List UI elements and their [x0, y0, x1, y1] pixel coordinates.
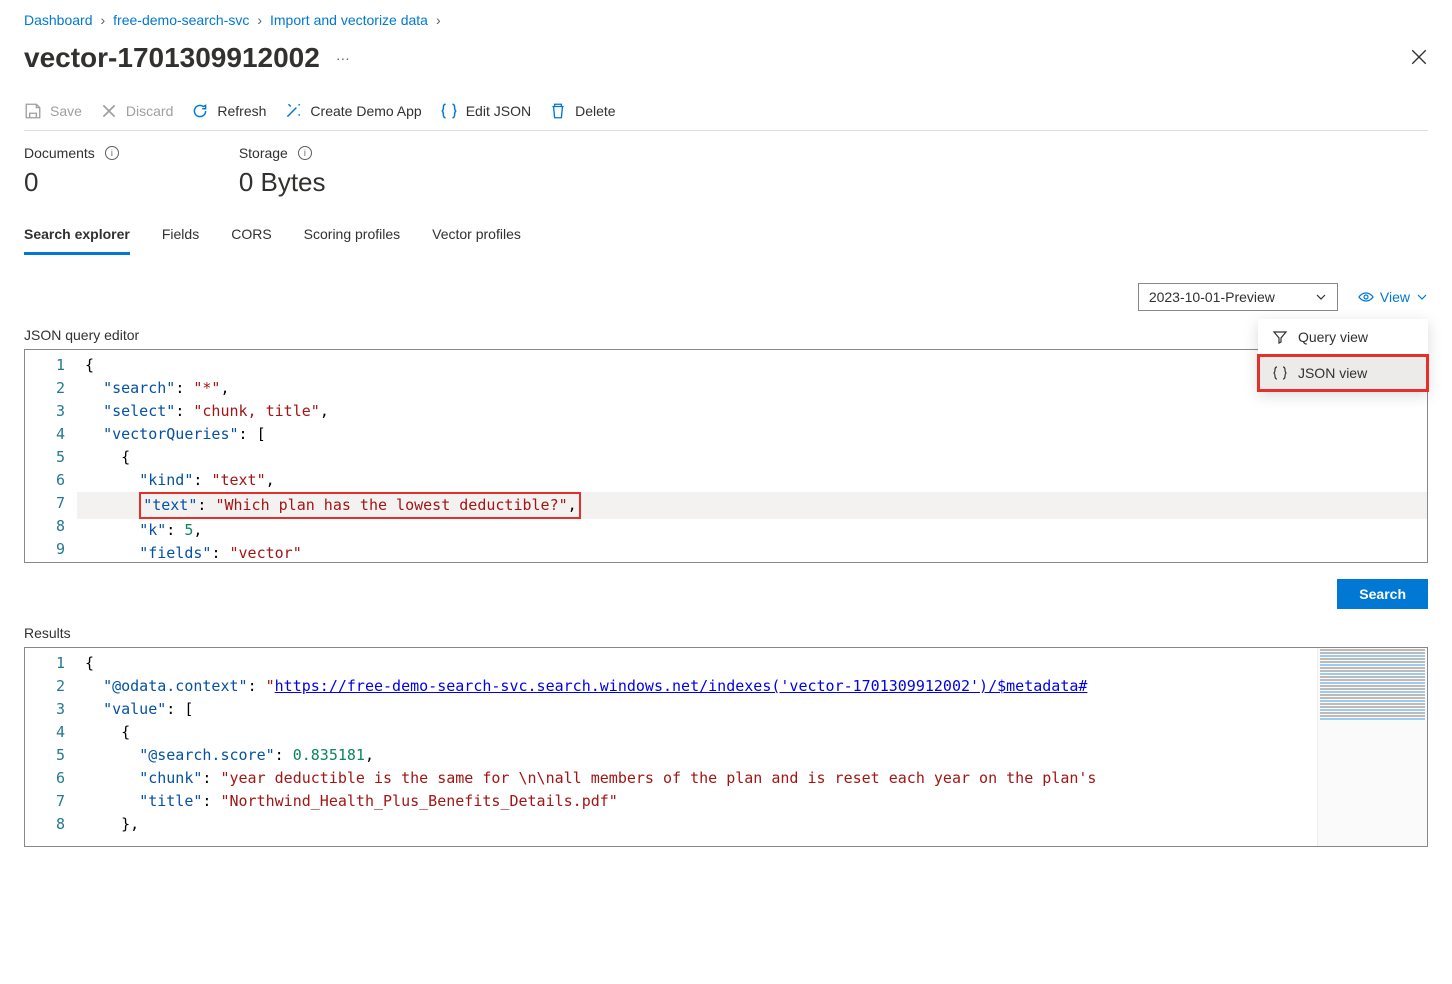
storage-label: Storage — [239, 145, 288, 161]
view-button[interactable]: View — [1358, 289, 1428, 305]
minimap[interactable] — [1317, 648, 1427, 846]
tab-bar: Search explorer Fields CORS Scoring prof… — [24, 226, 1428, 255]
edit-json-button[interactable]: Edit JSON — [440, 102, 531, 120]
refresh-label: Refresh — [217, 103, 266, 119]
menu-json-view-label: JSON view — [1298, 365, 1367, 381]
documents-value: 0 — [24, 167, 119, 198]
save-label: Save — [50, 103, 82, 119]
tab-scoring-profiles[interactable]: Scoring profiles — [304, 226, 401, 255]
braces-icon — [440, 102, 458, 120]
editor-label: JSON query editor — [24, 327, 1428, 343]
menu-query-view[interactable]: Query view — [1258, 319, 1428, 355]
chevron-right-icon: › — [436, 12, 441, 28]
trash-icon — [549, 102, 567, 120]
create-demo-label: Create Demo App — [310, 103, 421, 119]
close-icon[interactable] — [1410, 48, 1428, 69]
stat-documents: Documents i 0 — [24, 145, 119, 198]
chevron-down-icon — [1416, 291, 1428, 303]
breadcrumb-link-dashboard[interactable]: Dashboard — [24, 12, 93, 28]
save-button: Save — [24, 102, 82, 120]
tab-fields[interactable]: Fields — [162, 226, 199, 255]
braces-icon — [1272, 365, 1288, 381]
search-button[interactable]: Search — [1337, 579, 1428, 609]
json-query-editor[interactable]: 123456789 { "search": "*", "select": "ch… — [24, 349, 1428, 563]
tab-search-explorer[interactable]: Search explorer — [24, 226, 130, 255]
discard-icon — [100, 102, 118, 120]
refresh-icon — [191, 102, 209, 120]
chevron-down-icon — [1315, 291, 1327, 303]
line-gutter: 12345678 — [25, 648, 77, 846]
menu-query-view-label: Query view — [1298, 329, 1368, 345]
more-icon[interactable]: ··· — [336, 50, 350, 66]
chevron-right-icon: › — [101, 12, 106, 28]
info-icon[interactable]: i — [105, 146, 119, 160]
delete-button[interactable]: Delete — [549, 102, 615, 120]
breadcrumb: Dashboard › free-demo-search-svc › Impor… — [24, 0, 1428, 36]
storage-value: 0 Bytes — [239, 167, 326, 198]
breadcrumb-link-service[interactable]: free-demo-search-svc — [113, 12, 249, 28]
results-label: Results — [24, 625, 1428, 641]
chevron-right-icon: › — [257, 12, 262, 28]
tab-vector-profiles[interactable]: Vector profiles — [432, 226, 521, 255]
api-version-dropdown[interactable]: 2023-10-01-Preview — [1138, 283, 1338, 311]
refresh-button[interactable]: Refresh — [191, 102, 266, 120]
stat-storage: Storage i 0 Bytes — [239, 145, 326, 198]
view-label: View — [1380, 289, 1410, 305]
documents-label: Documents — [24, 145, 95, 161]
save-icon — [24, 102, 42, 120]
info-icon[interactable]: i — [298, 146, 312, 160]
discard-button: Discard — [100, 102, 173, 120]
eye-icon — [1358, 289, 1374, 305]
toolbar: Save Discard Refresh Create Demo App Edi… — [24, 102, 1428, 131]
menu-json-view[interactable]: JSON view — [1258, 355, 1428, 391]
api-version-value: 2023-10-01-Preview — [1149, 289, 1275, 305]
page-title: vector-1701309912002 — [24, 42, 320, 74]
tab-cors[interactable]: CORS — [231, 226, 271, 255]
edit-json-label: Edit JSON — [466, 103, 531, 119]
create-demo-button[interactable]: Create Demo App — [284, 102, 421, 120]
delete-label: Delete — [575, 103, 615, 119]
wand-icon — [284, 102, 302, 120]
view-menu: Query view JSON view — [1258, 319, 1428, 391]
filter-icon — [1272, 329, 1288, 345]
breadcrumb-link-import[interactable]: Import and vectorize data — [270, 12, 428, 28]
results-editor[interactable]: 12345678 { "@odata.context": "https://fr… — [24, 647, 1428, 847]
line-gutter: 123456789 — [25, 350, 77, 562]
discard-label: Discard — [126, 103, 173, 119]
